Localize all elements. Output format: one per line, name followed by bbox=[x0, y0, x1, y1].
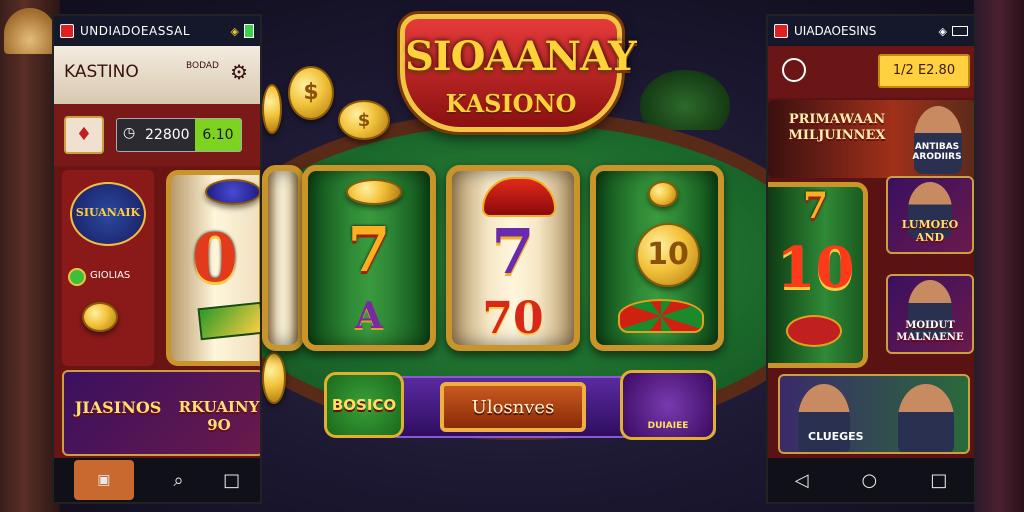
profile-button[interactable]: ♦ bbox=[64, 116, 104, 154]
menu-icon[interactable] bbox=[782, 58, 806, 82]
balance-box[interactable]: ◷ 22800 6.10 bbox=[116, 118, 242, 152]
host-avatar bbox=[914, 106, 962, 174]
coin-icon: 10 bbox=[636, 223, 700, 287]
promo-card[interactable]: SIUANAIK GIOLIAS bbox=[62, 170, 154, 366]
cash-icon bbox=[197, 301, 260, 341]
coin: $ bbox=[338, 100, 390, 140]
status-bar: UNDIADOEASSAL ◈ bbox=[54, 16, 260, 46]
plant bbox=[640, 70, 730, 130]
back-icon[interactable]: ◁ bbox=[795, 470, 809, 491]
coin-icon bbox=[82, 302, 118, 332]
feature-side-label: ANTIBAS ARODIIRS bbox=[912, 142, 962, 162]
banner-right-label: RKUAINY 9O bbox=[178, 398, 260, 434]
reel-preview: 0 bbox=[166, 170, 260, 366]
header-subtitle: BODAD bbox=[186, 61, 219, 71]
settings-icon[interactable]: ⚙ bbox=[230, 60, 248, 84]
app-title: KASTINO bbox=[64, 62, 139, 82]
promo-label: SIUANAIK bbox=[75, 206, 141, 219]
coin-icon bbox=[648, 181, 678, 207]
signal-icon: ◈ bbox=[938, 24, 947, 38]
reel-symbol-seven: 7 bbox=[347, 213, 391, 286]
app-icon bbox=[774, 24, 788, 38]
status-title: UNDIADOEASSAL bbox=[80, 24, 191, 38]
slot-reel-2: 7 A bbox=[302, 165, 436, 351]
battery-icon bbox=[244, 24, 254, 38]
curtain-right bbox=[974, 0, 1024, 512]
live-card[interactable]: CLUEGES bbox=[778, 374, 970, 454]
game-card-2[interactable]: MOIDUT MALNAENE bbox=[886, 274, 974, 354]
signal-icon: ◈ bbox=[230, 24, 239, 38]
card-1-label: LUMOEO AND bbox=[901, 218, 959, 244]
app-switch-button[interactable]: ▣ bbox=[73, 460, 134, 500]
app-header: KASTINO BODAD ⚙ bbox=[54, 46, 260, 104]
balance-value: 22800 bbox=[145, 127, 190, 143]
hat-icon bbox=[482, 177, 556, 217]
wallet-icon: ◷ bbox=[123, 125, 136, 141]
game-card-1[interactable]: LUMOEO AND bbox=[886, 176, 974, 254]
reel-symbol-seven: 7 bbox=[491, 215, 535, 288]
deposit-button[interactable]: 6.10 bbox=[195, 119, 241, 151]
feature-banner[interactable]: PRIMAWAAN MILJUINNEX ANTIBAS ARODIIRS bbox=[768, 100, 974, 178]
banner-left-label: JIASINOS bbox=[74, 398, 162, 417]
coin bbox=[262, 84, 282, 134]
coins-label: GIOLIAS bbox=[90, 270, 131, 281]
nav-bar: ◁ ○ □ bbox=[768, 458, 974, 502]
recent-icon[interactable]: □ bbox=[930, 470, 947, 491]
logo-subtitle: KASIONO bbox=[445, 89, 577, 118]
feature-title: PRIMAWAAN MILJUINNEX bbox=[788, 112, 886, 143]
reel-symbol-a: A bbox=[355, 295, 383, 337]
chip-icon bbox=[346, 179, 402, 205]
card-2-label: MOIDUT MALNAENE bbox=[896, 320, 964, 343]
profile-icon: ♦ bbox=[75, 124, 93, 145]
chip-icon bbox=[205, 179, 260, 205]
square-icon[interactable]: □ bbox=[223, 470, 240, 491]
curtain-left bbox=[0, 0, 60, 512]
nav-bar: ▣ ⌕ □ bbox=[54, 458, 260, 502]
coin-icon bbox=[786, 315, 842, 347]
status-bar: UIADAOESINS ◈ bbox=[768, 16, 974, 46]
lamp bbox=[4, 8, 56, 54]
spin-button[interactable]: Ulosnves bbox=[440, 382, 586, 432]
logo-title: SIOAANAY bbox=[405, 33, 637, 80]
status-icons: ◈ bbox=[231, 24, 254, 38]
search-icon[interactable]: ⌕ bbox=[173, 470, 183, 491]
right-phone: UIADAOESINS ◈ 1/2 E2.80 PRIMAWAAN MILJUI… bbox=[766, 14, 976, 504]
reel-preview: 7 10 bbox=[768, 182, 868, 368]
left-phone: UNDIADOEASSAL ◈ KASTINO BODAD ⚙ ♦ ◷ 2280… bbox=[52, 14, 262, 504]
slot-reel-1 bbox=[262, 165, 304, 351]
roulette-icon bbox=[618, 299, 704, 333]
account-row: ♦ ◷ 22800 6.10 bbox=[54, 104, 260, 166]
coin: $ bbox=[288, 66, 334, 120]
status-icons: ◈ bbox=[939, 25, 968, 38]
slot-reel-3: 7 70 bbox=[446, 165, 580, 351]
app-icon bbox=[60, 24, 74, 38]
reel-symbol-ten: 10 bbox=[776, 235, 855, 301]
live-card-label: CLUEGES bbox=[808, 430, 864, 443]
coin-badge-icon bbox=[68, 268, 86, 286]
reel-symbol-zero: 0 bbox=[192, 219, 238, 297]
promo-logo: SIUANAIK bbox=[70, 182, 146, 246]
coin bbox=[262, 352, 286, 404]
host-avatar bbox=[798, 384, 850, 452]
slot-reel-4: 10 bbox=[590, 165, 724, 351]
reel-symbol-seven: 7 bbox=[802, 185, 829, 227]
bonus-badge[interactable]: BOSICO bbox=[324, 372, 404, 438]
balance-display[interactable]: 1/2 E2.80 bbox=[878, 54, 970, 88]
home-icon[interactable]: ○ bbox=[862, 470, 878, 491]
casino-banner[interactable]: JIASINOS RKUAINY 9O bbox=[62, 370, 260, 456]
status-title: UIADAOESINS bbox=[794, 24, 877, 38]
casino-logo: SIOAANAY KASIONO bbox=[400, 14, 637, 132]
character-badge[interactable]: DUIAIEE bbox=[620, 370, 716, 440]
battery-icon bbox=[952, 26, 968, 36]
reel-symbol-seventy: 70 bbox=[482, 293, 544, 344]
host-avatar bbox=[898, 384, 954, 452]
app-header: 1/2 E2.80 bbox=[768, 46, 974, 98]
